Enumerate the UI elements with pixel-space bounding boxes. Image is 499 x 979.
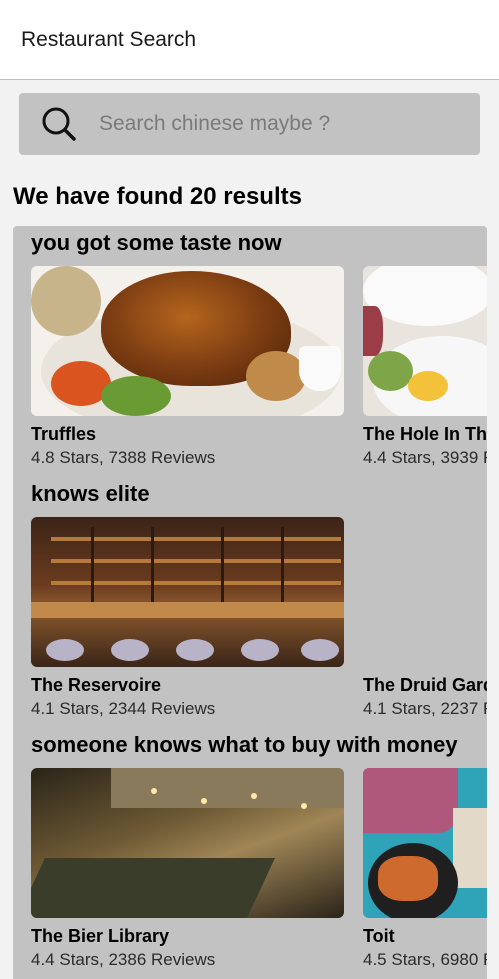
restaurant-name: The Bier Library [31, 926, 170, 946]
restaurant-name: The Druid Gard [363, 675, 487, 695]
restaurant-card[interactable]: The Reservoire 4.1 Stars, 2344 Reviews [31, 517, 344, 719]
restaurant-card[interactable]: The Bier Library 4.4 Stars, 2386 Reviews [31, 768, 344, 970]
restaurant-card[interactable]: Toit 4.5 Stars, 6980 R [363, 768, 487, 970]
restaurant-rating: 4.4 Stars, 3939 Re [363, 448, 487, 467]
restaurant-name: The Hole In The [363, 424, 487, 444]
restaurant-thumbnail [363, 517, 487, 667]
restaurant-thumbnail [363, 768, 487, 918]
restaurant-name: The Reservoire [31, 675, 162, 695]
restaurant-thumbnail [31, 266, 344, 416]
search-bar[interactable] [19, 93, 480, 155]
restaurant-rating: 4.4 Stars, 2386 Reviews [31, 950, 216, 969]
restaurant-card[interactable]: Truffles 4.8 Stars, 7388 Reviews [31, 266, 344, 468]
search-icon[interactable] [40, 106, 78, 142]
section-title: you got some taste now [31, 230, 282, 255]
restaurant-card[interactable]: The Druid Gard 4.1 Stars, 2237 R [363, 517, 487, 719]
restaurant-rating: 4.8 Stars, 7388 Reviews [31, 448, 216, 467]
search-input[interactable] [99, 108, 459, 140]
restaurant-rating: 4.1 Stars, 2237 R [363, 699, 487, 718]
restaurant-rating: 4.1 Stars, 2344 Reviews [31, 699, 216, 718]
restaurant-name: Truffles [31, 424, 97, 444]
restaurant-rating: 4.5 Stars, 6980 R [363, 950, 487, 969]
restaurant-card[interactable]: The Hole In The 4.4 Stars, 3939 Re [363, 266, 487, 468]
app-header: Restaurant Search [0, 0, 499, 80]
results-panel[interactable]: you got some taste now Truffles 4.8 Star… [13, 226, 487, 979]
restaurant-thumbnail [31, 768, 344, 918]
section-title: someone knows what to buy with money [31, 732, 458, 757]
results-count-heading: We have found 20 results [13, 183, 302, 210]
restaurant-name: Toit [363, 926, 395, 946]
section-title: knows elite [31, 481, 150, 506]
page-title: Restaurant Search [21, 28, 197, 51]
restaurant-thumbnail [363, 266, 487, 416]
restaurant-thumbnail [31, 517, 344, 667]
